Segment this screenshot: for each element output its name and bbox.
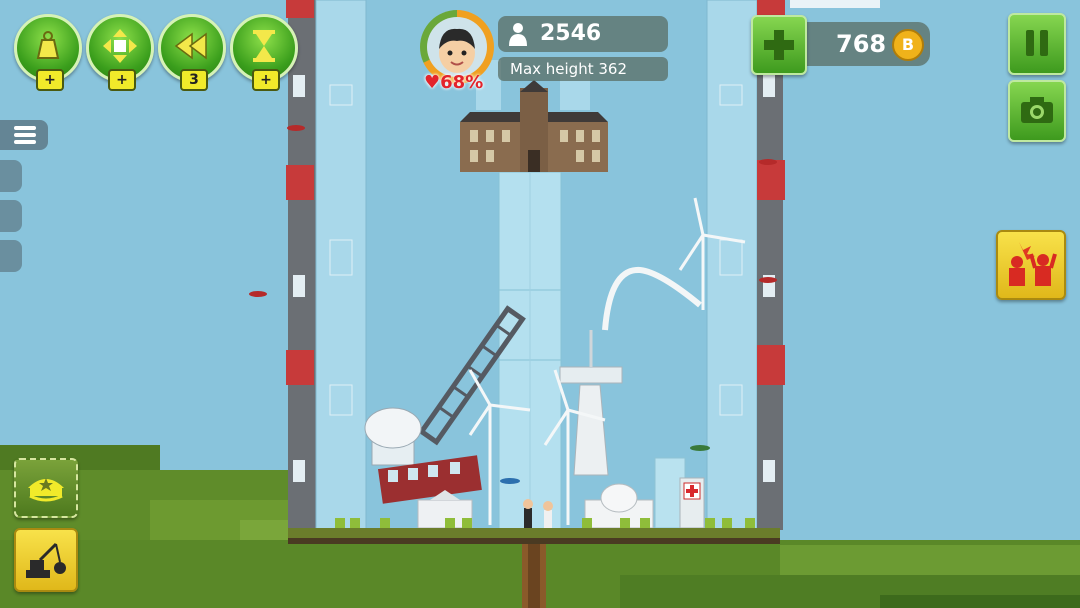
move-arrows-icon — [103, 29, 137, 63]
plus-icon — [764, 30, 794, 60]
rewind-powerup-badge: 3 — [180, 69, 208, 91]
population-value: 2546 — [540, 21, 602, 46]
pause-icon — [1026, 30, 1048, 56]
police-cap-icon — [28, 478, 64, 502]
coin-count: 768 — [836, 30, 887, 58]
menu-button[interactable] — [0, 120, 48, 150]
happiness-value: 68% — [440, 72, 484, 93]
max-height-panel: Max height 362 — [498, 57, 668, 81]
side-tab-1[interactable] — [0, 160, 22, 192]
population-panel: 2546 — [498, 16, 668, 52]
game-scene[interactable] — [0, 0, 1080, 608]
weight-powerup-badge: + — [36, 69, 64, 91]
menu-icon — [14, 126, 36, 144]
buy-coins-button[interactable] — [751, 15, 807, 75]
coin-icon: B — [892, 29, 924, 61]
demolish-button[interactable] — [14, 528, 78, 592]
happiness-indicator: ♥68% — [424, 72, 483, 93]
left-skyscraper — [286, 0, 367, 531]
side-tab-3[interactable] — [0, 240, 22, 272]
citizen-face-icon — [439, 28, 475, 73]
weight-icon — [36, 31, 60, 59]
max-height-label: Max height 362 — [510, 60, 627, 78]
demolish-crane-icon — [26, 542, 66, 578]
person-icon — [509, 23, 527, 46]
weight-powerup-button[interactable]: + — [14, 14, 82, 91]
side-tab-2[interactable] — [0, 200, 22, 232]
camera-icon — [1021, 97, 1053, 123]
pause-button[interactable] — [1008, 13, 1066, 75]
hourglass-icon — [253, 30, 275, 62]
hourglass-powerup-badge: + — [252, 69, 280, 91]
event-button[interactable] — [996, 230, 1066, 300]
riot-event-icon — [1009, 242, 1057, 286]
rewind-powerup-button[interactable]: 3 — [158, 14, 226, 91]
police-button[interactable] — [14, 458, 78, 518]
rewind-icon — [174, 32, 207, 60]
move-powerup-badge: + — [108, 69, 136, 91]
move-powerup-button[interactable]: + — [86, 14, 154, 91]
right-skyscraper — [706, 0, 785, 531]
hourglass-powerup-button[interactable]: + — [230, 14, 298, 91]
screenshot-button[interactable] — [1008, 80, 1066, 142]
heart-icon: ♥ — [424, 72, 441, 93]
